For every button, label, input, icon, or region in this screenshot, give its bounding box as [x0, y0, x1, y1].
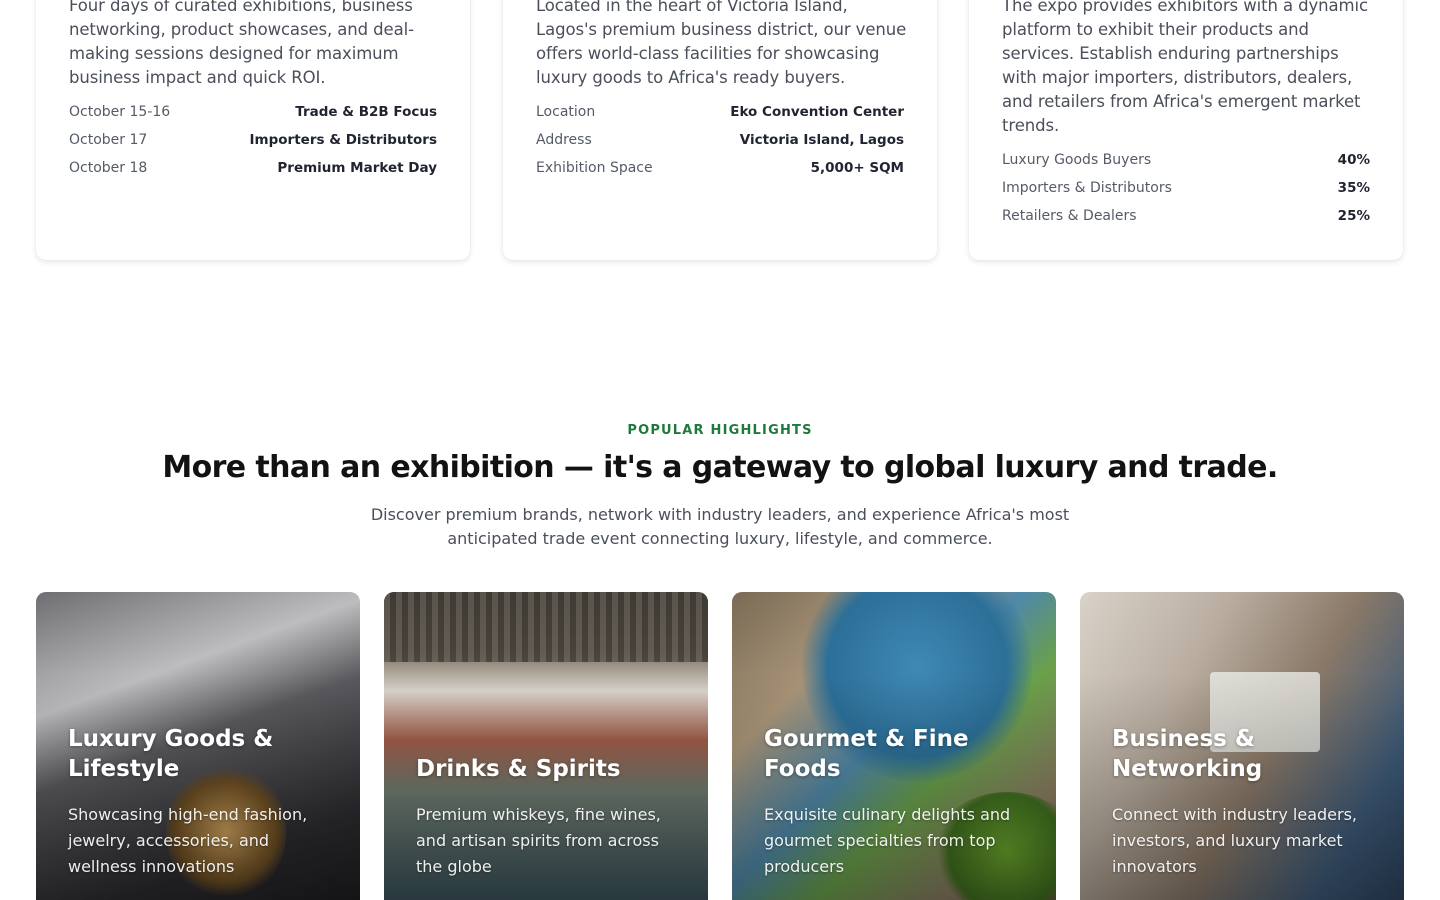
detail-key: October 18	[69, 160, 148, 176]
highlight-title: Business & Networking	[1112, 726, 1263, 782]
detail-row: Address Victoria Island, Lagos	[536, 126, 904, 154]
card-details: October 15-16 Trade & B2B Focus October …	[69, 98, 437, 182]
detail-value: 25%	[1337, 208, 1370, 224]
detail-value: Trade & B2B Focus	[295, 104, 437, 120]
card-description: The expo provides exhibitors with a dyna…	[1002, 0, 1368, 135]
section-eyebrow: POPULAR HIGHLIGHTS	[627, 423, 813, 438]
section-headline: More than an exhibition — it's a gateway…	[162, 450, 1278, 485]
card-description: Located in the heart of Victoria Island,…	[536, 0, 907, 87]
detail-key: Luxury Goods Buyers	[1002, 152, 1152, 168]
highlight-card-drinks-spirits[interactable]: Drinks & Spirits Premium whiskeys, fine …	[384, 592, 708, 900]
section-subtext: Discover premium brands, network with in…	[370, 505, 1070, 548]
info-card-schedule: Four days of curated exhibitions, busine…	[36, 0, 470, 260]
card-details: Luxury Goods Buyers 40% Importers & Dist…	[1002, 146, 1370, 230]
detail-row: Retailers & Dealers 25%	[1002, 202, 1370, 230]
highlight-title: Drinks & Spirits	[416, 756, 621, 782]
detail-value: Premium Market Day	[277, 160, 437, 176]
highlight-card-gourmet-foods[interactable]: Gourmet & Fine Foods Exquisite culinary …	[732, 592, 1056, 900]
detail-key: Retailers & Dealers	[1002, 208, 1137, 224]
card-details: Location Eko Convention Center Address V…	[536, 98, 904, 182]
highlight-title: Luxury Goods & Lifestyle	[68, 726, 274, 782]
detail-value: 5,000+ SQM	[810, 160, 904, 176]
detail-key: October 17	[69, 132, 148, 148]
detail-key: Location	[536, 104, 596, 120]
detail-key: October 15-16	[69, 104, 171, 120]
detail-row: Importers & Distributors 35%	[1002, 174, 1370, 202]
detail-key: Exhibition Space	[536, 160, 653, 176]
info-card-venue: Located in the heart of Victoria Island,…	[503, 0, 937, 260]
detail-value: 40%	[1337, 152, 1370, 168]
highlight-description: Exquisite culinary delights and gourmet …	[764, 805, 1011, 876]
detail-row: Exhibition Space 5,000+ SQM	[536, 154, 904, 182]
highlight-description: Premium whiskeys, fine wines, and artisa…	[416, 805, 661, 876]
info-card-audience: The expo provides exhibitors with a dyna…	[969, 0, 1403, 260]
highlight-card-luxury-goods[interactable]: Luxury Goods & Lifestyle Showcasing high…	[36, 592, 360, 900]
detail-value: Importers & Distributors	[249, 132, 437, 148]
detail-row: October 18 Premium Market Day	[69, 154, 437, 182]
detail-value: 35%	[1337, 180, 1370, 196]
highlight-description: Showcasing high-end fashion, jewelry, ac…	[68, 805, 308, 876]
detail-key: Importers & Distributors	[1002, 180, 1172, 196]
highlight-card-business-networking[interactable]: Business & Networking Connect with indus…	[1080, 592, 1404, 900]
detail-value: Victoria Island, Lagos	[739, 132, 904, 148]
highlight-title: Gourmet & Fine Foods	[764, 726, 969, 782]
detail-row: Location Eko Convention Center	[536, 98, 904, 126]
detail-key: Address	[536, 132, 592, 148]
detail-row: Luxury Goods Buyers 40%	[1002, 146, 1370, 174]
detail-value: Eko Convention Center	[730, 104, 904, 120]
card-description: Four days of curated exhibitions, busine…	[69, 0, 414, 87]
highlight-description: Connect with industry leaders, investors…	[1112, 805, 1357, 876]
detail-row: October 17 Importers & Distributors	[69, 126, 437, 154]
detail-row: October 15-16 Trade & B2B Focus	[69, 98, 437, 126]
